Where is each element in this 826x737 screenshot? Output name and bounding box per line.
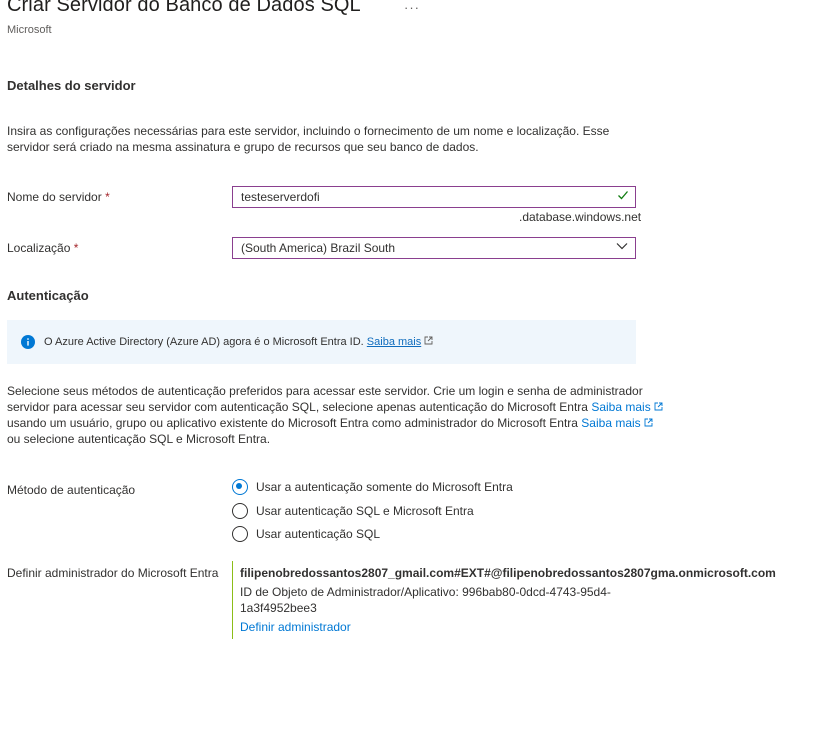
admin-object-id-line2: 1a3f4952bee3	[240, 601, 317, 615]
entra-admin-label: Definir administrador do Microsoft Entra	[7, 566, 219, 580]
auth-method-label: Método de autenticação	[7, 483, 136, 497]
external-link-icon	[654, 400, 663, 414]
auth-desc-line2-wrap: servidor para acessar seu servidor com a…	[7, 399, 663, 415]
chevron-down-icon	[616, 238, 628, 258]
info-icon	[21, 335, 35, 354]
checkmark-icon	[617, 187, 629, 207]
admin-account: filipenobredossantos2807_gmail.com#EXT#@…	[240, 566, 776, 580]
required-mark: *	[105, 190, 110, 204]
learn-more-link-2[interactable]: Saiba mais	[581, 416, 640, 430]
entra-admin-panel: filipenobredossantos2807_gmail.com#EXT#@…	[232, 561, 793, 639]
learn-more-link-1[interactable]: Saiba mais	[591, 400, 650, 414]
server-details-description: Insira as configurações necessárias para…	[7, 124, 610, 154]
auth-desc-line1: Selecione seus métodos de autenticação p…	[7, 384, 643, 398]
server-name-input[interactable]: testeserverdofi	[232, 186, 636, 208]
location-label: Localização *	[7, 241, 78, 255]
server-name-suffix: .database.windows.net	[519, 210, 642, 224]
required-mark: *	[73, 241, 79, 255]
info-learn-more-link[interactable]: Saiba mais	[367, 336, 421, 348]
server-name-value: testeserverdofi	[241, 190, 320, 204]
server-details-heading: Detalhes do servidor	[7, 78, 136, 93]
radio-sql-only-label[interactable]: Usar autenticação SQL	[256, 527, 380, 541]
authentication-heading: Autenticação	[7, 288, 89, 303]
admin-object-id-line1: ID de Objeto de Administrador/Aplicativo…	[240, 585, 611, 599]
location-dropdown[interactable]: (South America) Brazil South	[232, 237, 636, 259]
info-banner: O Azure Active Directory (Azure AD) agor…	[7, 320, 636, 364]
location-label-text: Localização	[7, 241, 71, 255]
more-options-button[interactable]: ···	[404, 0, 420, 15]
external-link-icon	[644, 416, 653, 430]
info-text: O Azure Active Directory (Azure AD) agor…	[44, 336, 364, 348]
radio-entra-only-label[interactable]: Usar a autenticação somente do Microsoft…	[256, 480, 513, 494]
server-name-label: Nome do servidor *	[7, 190, 110, 204]
publisher-label: Microsoft	[7, 24, 52, 36]
location-value: (South America) Brazil South	[241, 241, 396, 255]
authentication-description: Selecione seus métodos de autenticação p…	[7, 383, 663, 447]
auth-desc-line3: usando um usuário, grupo ou aplicativo e…	[7, 416, 578, 430]
auth-desc-line3-wrap: usando um usuário, grupo ou aplicativo e…	[7, 415, 653, 431]
external-link-icon	[424, 336, 433, 348]
radio-sql-and-entra-label[interactable]: Usar autenticação SQL e Microsoft Entra	[256, 504, 474, 518]
auth-desc-line4: ou selecione autenticação SQL e Microsof…	[7, 432, 271, 446]
radio-sql-only[interactable]	[232, 526, 248, 542]
radio-entra-only[interactable]	[232, 479, 248, 495]
server-name-label-text: Nome do servidor	[7, 190, 102, 204]
set-admin-link[interactable]: Definir administrador	[240, 620, 351, 634]
auth-desc-line2: servidor para acessar seu servidor com a…	[7, 400, 588, 414]
radio-sql-and-entra[interactable]	[232, 503, 248, 519]
page-title: Criar Servidor do Banco de Dados SQL	[7, 0, 361, 16]
info-text-line: O Azure Active Directory (Azure AD) agor…	[44, 336, 433, 348]
